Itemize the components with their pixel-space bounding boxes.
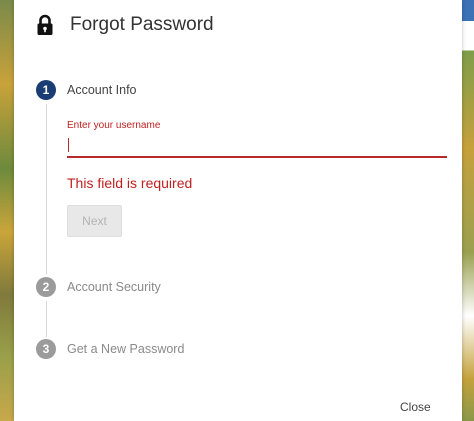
text-caret bbox=[68, 138, 69, 152]
step-1-indicator: 1 bbox=[36, 80, 56, 100]
step-3-indicator: 3 bbox=[36, 339, 56, 359]
next-button[interactable]: Next bbox=[67, 205, 122, 237]
stepper-connector bbox=[46, 301, 47, 337]
step-3-label: Get a New Password bbox=[67, 342, 185, 356]
username-input[interactable] bbox=[67, 136, 447, 158]
error-message: This field is required bbox=[67, 175, 193, 191]
forgot-password-dialog: Forgot Password 1 Account Info Enter you… bbox=[14, 0, 462, 421]
step-2-label: Account Security bbox=[67, 280, 161, 294]
dialog-header: Forgot Password bbox=[36, 10, 214, 40]
background-image-left bbox=[0, 0, 14, 421]
step-2-indicator: 2 bbox=[36, 277, 56, 297]
dialog-title: Forgot Password bbox=[70, 14, 214, 35]
close-button[interactable]: Close bbox=[400, 400, 431, 414]
background-image-right bbox=[462, 0, 474, 421]
step-1-label: Account Info bbox=[67, 83, 137, 97]
username-label: Enter your username bbox=[67, 120, 161, 131]
stepper-connector bbox=[46, 104, 47, 274]
lock-icon bbox=[36, 14, 54, 36]
